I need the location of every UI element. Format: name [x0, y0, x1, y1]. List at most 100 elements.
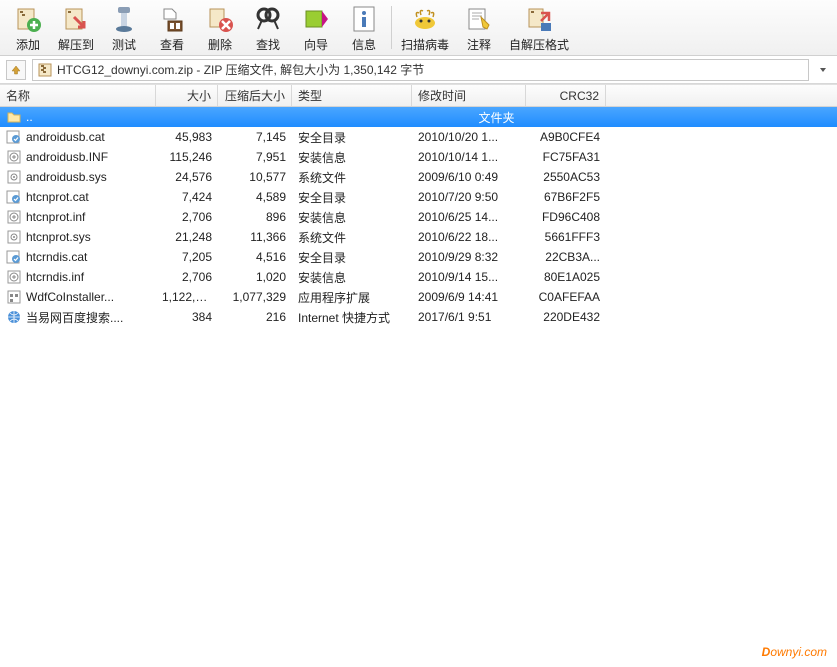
file-row[interactable]: htcrndis.cat7,2054,516安全目录2010/9/29 8:32… — [0, 247, 837, 267]
test-button[interactable]: 测试 — [100, 2, 148, 53]
file-packed: 896 — [218, 210, 292, 224]
file-row[interactable]: htcnprot.sys 21,24811,366系统文件2010/6/22 18… — [0, 227, 837, 247]
comment-button[interactable]: 注释 — [455, 2, 503, 53]
file-packed: 4,516 — [218, 250, 292, 264]
file-type: 安全目录 — [292, 129, 412, 146]
parent-folder-row[interactable]: ..文件夹 — [0, 107, 837, 127]
file-name: htcnprot.sys — [26, 230, 91, 244]
file-size: 45,983 — [156, 130, 218, 144]
file-packed: 7,951 — [218, 150, 292, 164]
file-name: htcnprot.cat — [26, 190, 89, 204]
col-name[interactable]: 名称 — [0, 85, 156, 106]
file-icon — [6, 209, 22, 225]
file-packed: 4,589 — [218, 190, 292, 204]
col-packed[interactable]: 压缩后大小 — [218, 85, 292, 106]
file-size: 2,706 — [156, 270, 218, 284]
extract-button[interactable]: 解压到 — [52, 2, 100, 53]
file-crc: 5661FFF3 — [526, 230, 606, 244]
file-modified: 2009/6/9 14:41 — [412, 290, 526, 304]
add-button[interactable]: 添加 — [4, 2, 52, 53]
file-packed: 1,077,329 — [218, 290, 292, 304]
file-packed: 11,366 — [218, 230, 292, 244]
sfx-icon — [523, 3, 555, 35]
file-row[interactable]: androidusb.sys24,57610,577系统文件2009/6/10 … — [0, 167, 837, 187]
folder-icon — [6, 109, 22, 125]
path-field[interactable]: HTCG12_downyi.com.zip - ZIP 压缩文件, 解包大小为 … — [32, 59, 809, 81]
tool-label: 添加 — [16, 36, 40, 53]
file-icon — [6, 249, 22, 265]
file-name: WdfCoInstaller... — [26, 290, 114, 304]
file-name: htcnprot.inf — [26, 210, 85, 224]
file-icon — [6, 129, 22, 145]
file-name: htcrndis.cat — [26, 250, 87, 264]
file-icon — [6, 229, 22, 245]
comment-icon — [463, 3, 495, 35]
file-row[interactable]: htcrndis.inf2,7061,020安装信息2010/9/14 15..… — [0, 267, 837, 287]
file-type: 安装信息 — [292, 209, 412, 226]
find-button[interactable]: 查找 — [244, 2, 292, 53]
file-size: 2,706 — [156, 210, 218, 224]
file-row[interactable]: htcnprot.cat 7,4244,589安全目录2010/7/20 9:50… — [0, 187, 837, 207]
file-packed: 7,145 — [218, 130, 292, 144]
file-name: 当易网百度搜索.... — [26, 309, 123, 326]
file-row[interactable]: androidusb.cat 45,9837,145安全目录2010/10/20 … — [0, 127, 837, 147]
file-icon — [6, 169, 22, 185]
file-icon — [6, 309, 22, 325]
file-size: 1,122,664 — [156, 290, 218, 304]
file-size: 7,424 — [156, 190, 218, 204]
file-icon — [6, 189, 22, 205]
file-row[interactable]: androidusb.INF115,2467,951安装信息2010/10/14… — [0, 147, 837, 167]
path-dropdown[interactable] — [815, 65, 831, 75]
file-packed: 10,577 — [218, 170, 292, 184]
archive-icon — [37, 62, 53, 78]
file-row[interactable]: 当易网百度搜索....384216Internet 快捷方式2017/6/1 9… — [0, 307, 837, 327]
info-icon — [348, 3, 380, 35]
sfx-button[interactable]: 自解压格式 — [503, 2, 575, 53]
file-modified: 2010/7/20 9:50 — [412, 190, 526, 204]
address-bar: HTCG12_downyi.com.zip - ZIP 压缩文件, 解包大小为 … — [0, 56, 837, 84]
tool-label: 信息 — [352, 36, 376, 53]
file-modified: 2010/6/22 18... — [412, 230, 526, 244]
main-toolbar: 添加解压到测试查看删除查找向导信息 扫描病毒注释自解压格式 — [0, 0, 837, 56]
file-size: 21,248 — [156, 230, 218, 244]
file-type: 安全目录 — [292, 189, 412, 206]
file-crc: 22CB3A... — [526, 250, 606, 264]
file-row[interactable]: WdfCoInstaller...1,122,6641,077,329应用程序扩… — [0, 287, 837, 307]
path-text: HTCG12_downyi.com.zip - ZIP 压缩文件, 解包大小为 … — [57, 61, 424, 78]
delete-button[interactable]: 删除 — [196, 2, 244, 53]
file-type: 安装信息 — [292, 149, 412, 166]
file-icon — [6, 149, 22, 165]
file-modified: 2010/10/20 1... — [412, 130, 526, 144]
scan-icon — [409, 3, 441, 35]
file-packed: 1,020 — [218, 270, 292, 284]
file-modified: 2009/6/10 0:49 — [412, 170, 526, 184]
file-crc: FC75FA31 — [526, 150, 606, 164]
file-type: 安装信息 — [292, 269, 412, 286]
file-crc: 220DE432 — [526, 310, 606, 324]
up-button[interactable] — [6, 60, 26, 80]
col-size[interactable]: 大小 — [156, 85, 218, 106]
file-row[interactable]: htcnprot.inf2,706896安装信息2010/6/25 14...F… — [0, 207, 837, 227]
view-button[interactable]: 查看 — [148, 2, 196, 53]
file-size: 115,246 — [156, 150, 218, 164]
info-button[interactable]: 信息 — [340, 2, 388, 53]
wizard-button[interactable]: 向导 — [292, 2, 340, 53]
extract-icon — [60, 3, 92, 35]
col-type[interactable]: 类型 — [292, 85, 412, 106]
file-crc: FD96C408 — [526, 210, 606, 224]
delete-icon — [204, 3, 236, 35]
add-icon — [12, 3, 44, 35]
tool-label: 扫描病毒 — [401, 36, 449, 53]
watermark: Downyi.com — [762, 643, 827, 661]
wizard-icon — [300, 3, 332, 35]
file-icon — [6, 289, 22, 305]
col-modified[interactable]: 修改时间 — [412, 85, 526, 106]
list-body[interactable]: ..文件夹androidusb.cat45,9837,145安全目录2010/1… — [0, 107, 837, 665]
scan-button[interactable]: 扫描病毒 — [395, 2, 455, 53]
tool-label: 测试 — [112, 36, 136, 53]
file-crc: 2550AC53 — [526, 170, 606, 184]
file-name: htcrndis.inf — [26, 270, 84, 284]
file-name: androidusb.cat — [26, 130, 105, 144]
file-type: 系统文件 — [292, 229, 412, 246]
col-crc[interactable]: CRC32 — [526, 85, 606, 106]
